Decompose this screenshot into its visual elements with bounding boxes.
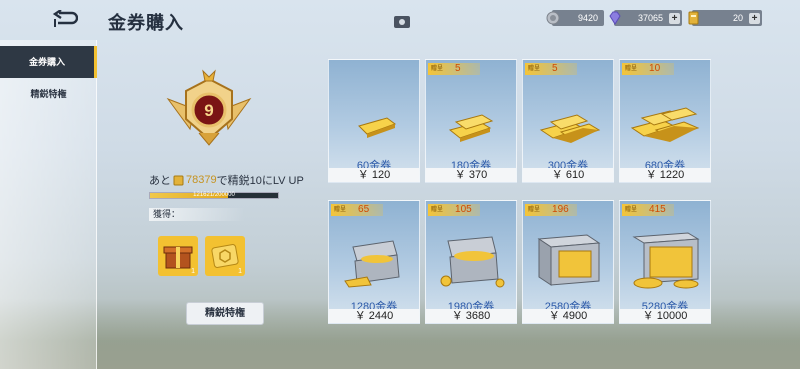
pack-price: ￥ 3680	[426, 309, 516, 323]
large-vault-gold-icon	[632, 232, 700, 289]
level-progress-bar: 121621/200000	[149, 192, 279, 199]
silver-value: 9420	[577, 13, 598, 23]
bonus-label: 贈呈	[334, 207, 347, 213]
pack-card-5280[interactable]: 贈呈 415 5280金券 ￥ 10000	[619, 200, 711, 324]
pack-price: ￥ 370	[426, 168, 516, 182]
gold-bar-icon	[358, 117, 397, 138]
pack-card-180[interactable]: 贈呈 5 180金券 ￥ 370	[425, 59, 517, 183]
bonus-value: 5	[552, 63, 558, 74]
progress-prefix: あと	[149, 175, 171, 187]
bonus-tag: 贈呈 65	[331, 204, 383, 216]
gem-icon	[609, 11, 621, 25]
pack-price: ￥ 2440	[329, 309, 419, 323]
header: 金券購入 9420 37065 + 20 +	[0, 0, 800, 36]
bonus-value: 65	[358, 204, 370, 215]
pack-price: ￥ 1220	[620, 168, 710, 182]
sidebar: 金券購入 精鋭特権	[0, 40, 97, 369]
bonus-label: 贈呈	[528, 66, 541, 72]
gold-coupon-currency: 20 +	[688, 10, 762, 26]
gold-coupon-add-button[interactable]: +	[749, 12, 760, 24]
camera-icon[interactable]	[394, 15, 410, 28]
progress-suffix: で精鋭10にLV UP	[216, 175, 304, 187]
bonus-label: 贈呈	[625, 207, 638, 213]
bonus-tag: 贈呈 105	[428, 204, 480, 216]
gem-add-button[interactable]: +	[669, 12, 680, 24]
bonus-tag: 贈呈 5	[428, 63, 480, 75]
level-progress-value: 121621/200000	[193, 192, 235, 198]
pack-card-680[interactable]: 贈呈 10 680金券 ￥ 1220	[619, 59, 711, 183]
gift-box-icon	[163, 246, 193, 269]
gem-currency: 37065 +	[609, 10, 682, 26]
silver-currency: 9420	[546, 10, 604, 26]
page-title: 金券購入	[108, 13, 184, 33]
pack-price: ￥ 610	[523, 168, 613, 182]
silver-chest-open-icon	[344, 240, 400, 288]
pack-card-1280[interactable]: 贈呈 65 1280金券 ￥ 2440	[328, 200, 420, 324]
gold-coupon-value: 20	[732, 13, 743, 23]
pack-price: ￥ 10000	[620, 309, 710, 323]
silver-coin-icon	[546, 11, 560, 25]
bonus-label: 贈呈	[431, 207, 444, 213]
gold-bars-pile-icon	[539, 114, 601, 143]
reward-quantity: 1	[191, 268, 195, 275]
elite-rank-badge: 9	[166, 69, 252, 146]
coupon-card-icon	[211, 244, 239, 268]
bonus-value: 196	[552, 204, 569, 215]
obtain-label: 獲得：	[149, 208, 245, 221]
bonus-value: 415	[649, 204, 666, 215]
bonus-label: 贈呈	[528, 207, 541, 213]
bonus-value: 5	[455, 63, 461, 74]
treasure-chest-icon	[440, 236, 505, 288]
pack-price: ￥ 120	[329, 168, 419, 182]
elite-privilege-button[interactable]: 精鋭特権	[186, 302, 264, 325]
progress-amount: 78379	[186, 174, 217, 186]
gold-bars-stack-icon	[448, 114, 494, 142]
back-arrow-icon[interactable]	[52, 10, 78, 28]
level-up-progress-text: あと 78379 で精鋭10にLV UP	[149, 172, 304, 188]
pack-card-1980[interactable]: 贈呈 105 1980金券 ￥ 3680	[425, 200, 517, 324]
pack-card-300[interactable]: 贈呈 5 300金券 ￥ 610	[522, 59, 614, 183]
bonus-tag: 贈呈 10	[622, 63, 674, 75]
bonus-label: 贈呈	[431, 66, 444, 72]
gold-bars-large-pile-icon	[630, 107, 700, 142]
pack-price: ￥ 4900	[523, 309, 613, 323]
sidebar-item-elite-privilege[interactable]: 精鋭特権	[0, 78, 97, 110]
bonus-label: 贈呈	[625, 66, 638, 72]
gold-coupon-small-icon	[173, 175, 184, 185]
bonus-tag: 贈呈 5	[525, 63, 577, 75]
pack-card-60[interactable]: 60金券 ￥ 120	[328, 59, 420, 183]
metal-crate-gold-icon	[537, 234, 601, 286]
bonus-tag: 贈呈 196	[525, 204, 577, 216]
sidebar-item-gold-purchase[interactable]: 金券購入	[0, 46, 97, 78]
gem-value: 37065	[637, 13, 663, 23]
reward-quantity: 1	[238, 268, 242, 275]
bonus-value: 105	[455, 204, 472, 215]
elite-level-number: 9	[204, 101, 213, 120]
reward-coupon-card[interactable]: 1	[205, 236, 245, 276]
bonus-value: 10	[649, 63, 661, 74]
bonus-tag: 贈呈 415	[622, 204, 674, 216]
pack-card-2580[interactable]: 贈呈 196 2580金券 ￥ 4900	[522, 200, 614, 324]
reward-gift-box[interactable]: 1	[158, 236, 198, 276]
gold-coupon-icon	[688, 11, 699, 25]
